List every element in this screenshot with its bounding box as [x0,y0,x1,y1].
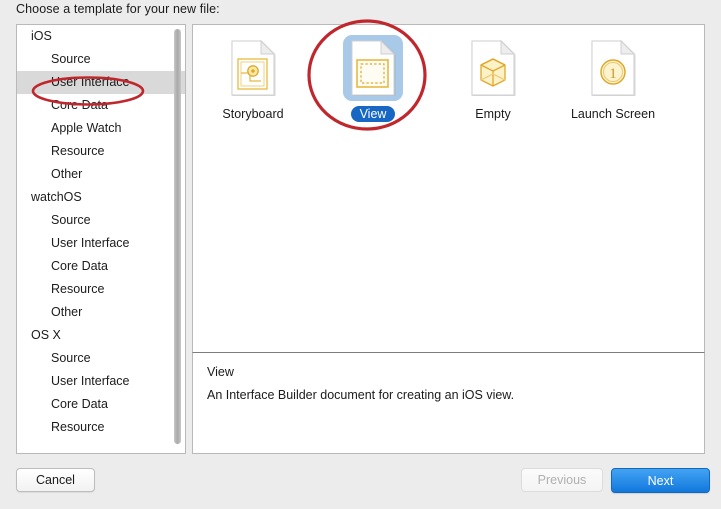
description-title: View [207,365,234,379]
sidebar-item-core-data[interactable]: Core Data [17,393,185,416]
template-grid: Storyboard View Empty 1 Launch Screen [193,35,704,122]
sidebar-group-watchos: watchOS [31,190,82,204]
sidebar-item-other[interactable]: Other [17,301,185,324]
vertical-scrollbar[interactable] [174,29,181,444]
view-icon [343,35,403,101]
launch-screen-icon: 1 [583,35,643,101]
sidebar-scroll-content: iOS Source User Interface Core Data Apple Wa… [17,25,185,439]
sidebar-item-resource[interactable]: Resource [17,278,185,301]
sidebar-group-os-x: OS X [31,328,61,342]
template-tile-launch-screen[interactable]: 1 Launch Screen [553,35,673,122]
cancel-button[interactable]: Cancel [16,468,95,492]
next-button[interactable]: Next [611,468,710,493]
svg-text:1: 1 [609,66,617,82]
sidebar-item-resource[interactable]: Resource [17,140,185,163]
sidebar-item-apple-watch[interactable]: Apple Watch [17,117,185,140]
sidebar-item-user-interface[interactable]: User Interface [17,370,185,393]
sidebar-item-other[interactable]: Other [17,163,185,186]
sidebar-item-source[interactable]: Source [17,48,185,71]
template-label: View [350,106,396,122]
new-file-template-dialog: Choose a template for your new file: iOS… [0,0,721,509]
storyboard-icon [223,35,283,101]
template-label: Empty [475,107,511,121]
template-tile-storyboard[interactable]: Storyboard [193,35,313,122]
sidebar-item-user-interface[interactable]: User Interface [17,71,185,94]
empty-icon [463,35,523,101]
template-grid-panel: Storyboard View Empty 1 Launch Screen [192,24,705,352]
sidebar-item-core-data[interactable]: Core Data [17,255,185,278]
description-body: An Interface Builder document for creati… [207,388,515,402]
sidebar-item-core-data[interactable]: Core Data [17,94,185,117]
page-title: Choose a template for your new file: [16,2,220,16]
sidebar-item-source[interactable]: Source [17,347,185,370]
template-label: Launch Screen [570,107,656,121]
sidebar-item-user-interface[interactable]: User Interface [17,232,185,255]
sidebar-item-source[interactable]: Source [17,209,185,232]
template-description-panel: View An Interface Builder document for c… [192,352,705,454]
sidebar-group-ios: iOS [31,29,52,43]
sidebar-item-resource[interactable]: Resource [17,416,185,439]
template-category-sidebar[interactable]: iOS Source User Interface Core Data Apple Wa… [16,24,186,454]
template-tile-view[interactable]: View [313,35,433,122]
template-label: Storyboard [222,107,284,121]
template-tile-empty[interactable]: Empty [433,35,553,122]
previous-button: Previous [521,468,603,492]
